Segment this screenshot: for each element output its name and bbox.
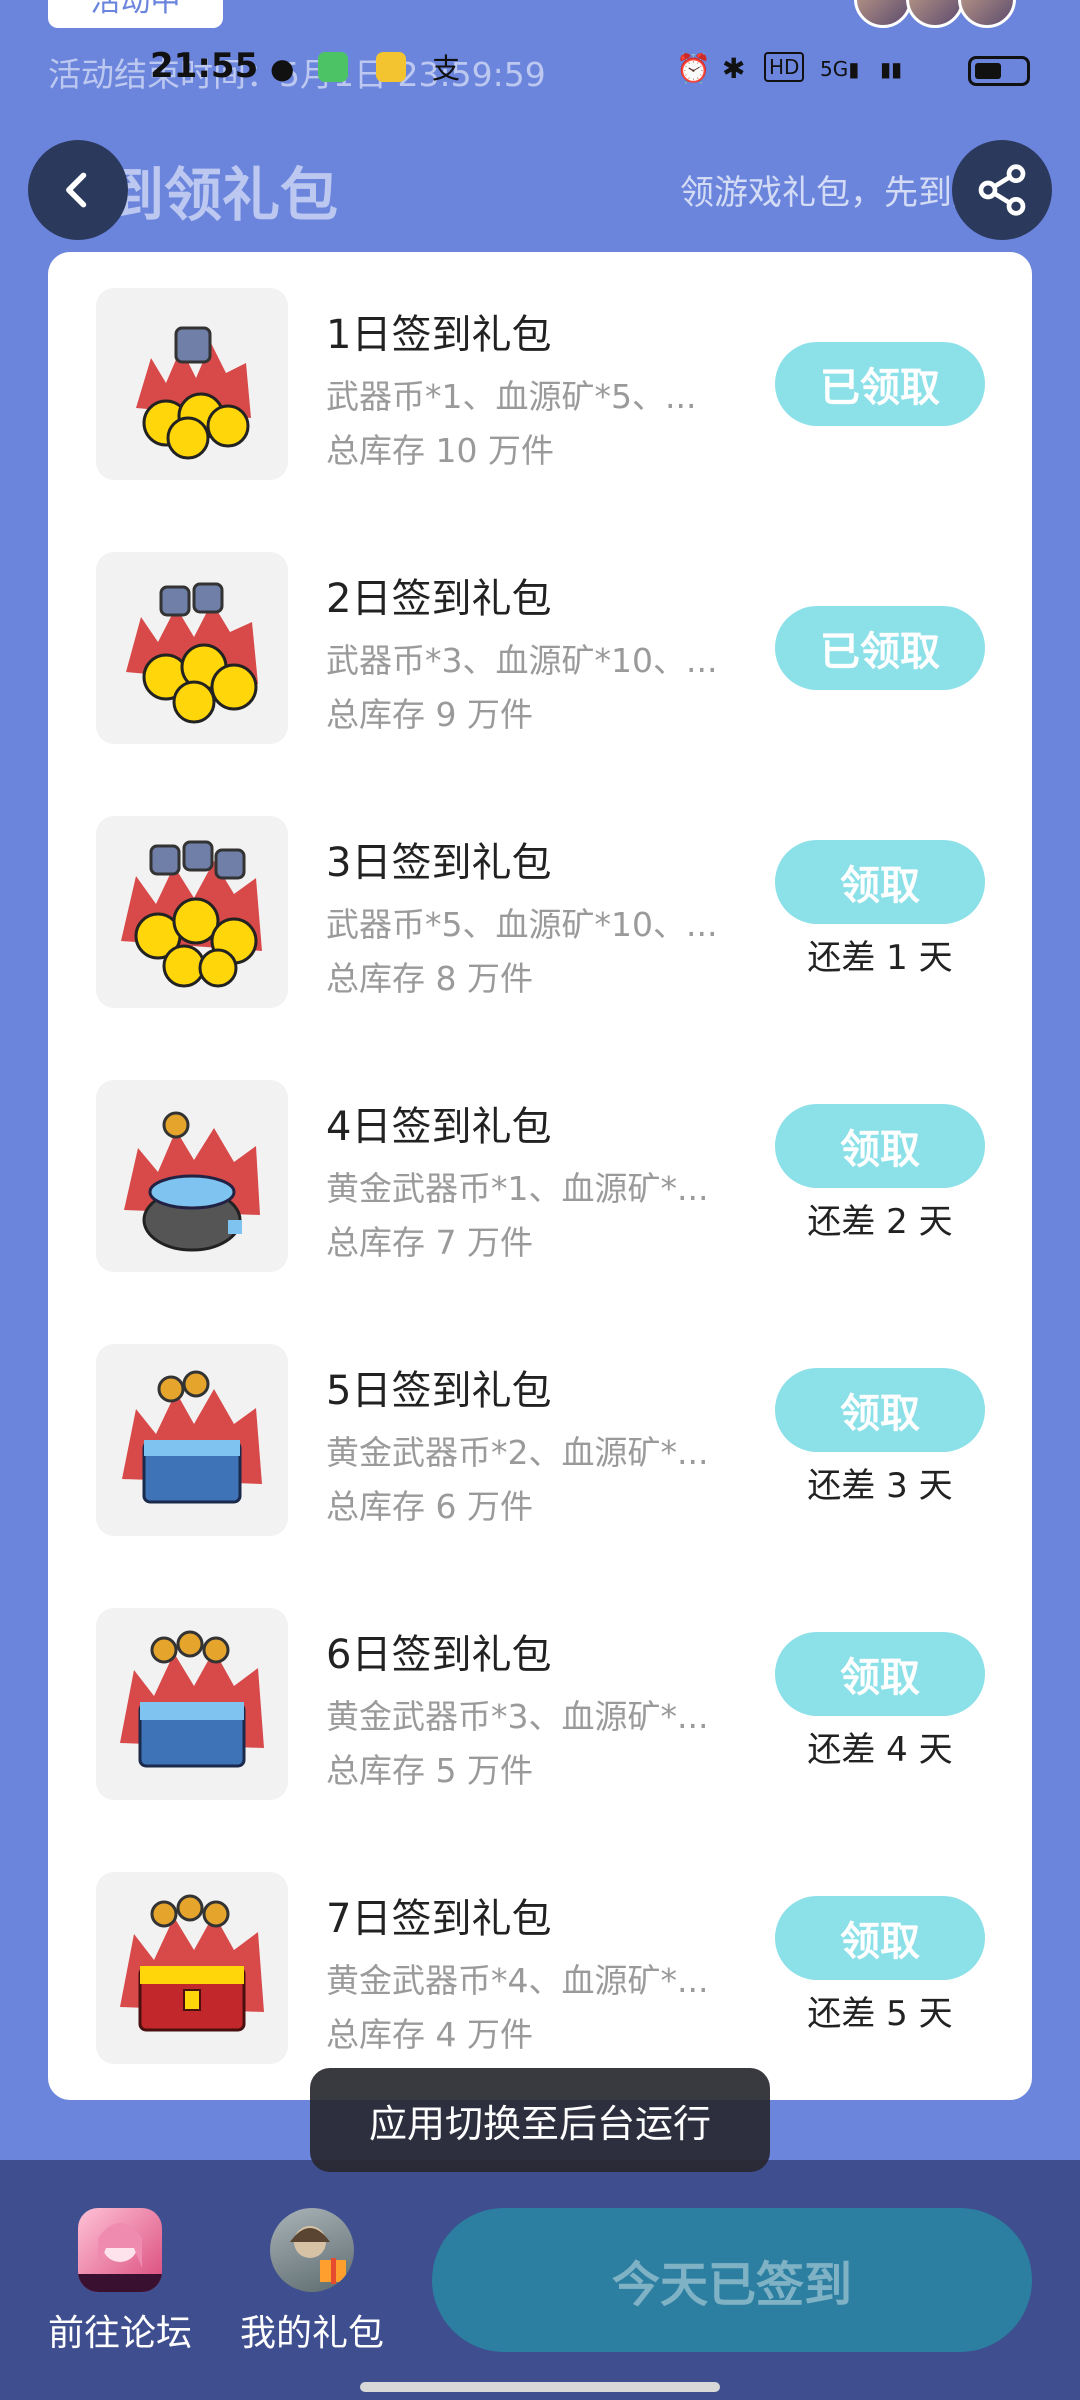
gift-item-day-3: 3日签到礼包 武器币*5、血源矿*10、... 总库存 8 万件 领取 还差 1…	[48, 780, 1032, 1044]
phone-icon	[318, 52, 348, 86]
alarm-icon: ⏰	[676, 52, 711, 85]
chest-gems-icon	[122, 1370, 262, 1504]
avatar	[958, 0, 1016, 28]
forum-app-icon	[78, 2208, 162, 2292]
gift-stock: 总库存 10 万件	[326, 431, 554, 470]
signal-icon: 5G▮	[820, 57, 860, 81]
activity-end-time: 活动结束时间：5月1日 23:59:59	[48, 55, 546, 94]
avatar	[906, 0, 964, 28]
days-remaining: 还差 3 天	[807, 1466, 953, 1506]
gift-description: 武器币*1、血源矿*5、...	[326, 377, 697, 416]
gift-item-day-4: 4日签到礼包 黄金武器币*1、血源矿*... 总库存 7 万件 领取 还差 2 …	[48, 1044, 1032, 1308]
claimed-button[interactable]: 已领取	[775, 342, 985, 426]
gift-item-day-7: 7日签到礼包 黄金武器币*4、血源矿*... 总库存 4 万件 领取 还差 5 …	[48, 1836, 1032, 2100]
toast-message: 应用切换至后台运行	[310, 2068, 770, 2172]
gift-stock: 总库存 8 万件	[326, 959, 533, 998]
claim-button[interactable]: 领取	[775, 1896, 985, 1980]
chest-gems-icon	[120, 1630, 264, 1768]
bottom-action-bar: 前往论坛 我的礼包 今天已签到	[0, 2160, 1080, 2400]
gift-description: 黄金武器币*2、血源矿*...	[326, 1433, 709, 1472]
gift-description: 武器币*3、血源矿*10、...	[326, 641, 718, 680]
days-remaining: 还差 5 天	[807, 1994, 953, 2034]
claim-button[interactable]: 领取	[775, 1104, 985, 1188]
gift-title: 1日签到礼包	[326, 312, 552, 358]
gift-thumbnail	[96, 288, 288, 480]
gift-title: 3日签到礼包	[326, 840, 552, 886]
gift-thumbnail	[96, 1344, 288, 1536]
days-remaining: 还差 1 天	[807, 938, 953, 978]
gifts-avatar-icon	[270, 2208, 354, 2292]
claim-button[interactable]: 领取	[775, 840, 985, 924]
gift-item-day-5: 5日签到礼包 黄金武器币*2、血源矿*... 总库存 6 万件 领取 还差 3 …	[48, 1308, 1032, 1572]
alipay-icon: 支	[432, 52, 461, 85]
status-bar: 活动结束时间：5月1日 23:59:59 21:55 ● 支 ⏰ ✱ HD 5G…	[0, 40, 1080, 100]
gift-item-day-6: 6日签到礼包 黄金武器币*3、血源矿*... 总库存 5 万件 领取 还差 4 …	[48, 1572, 1032, 1836]
gift-description: 黄金武器币*1、血源矿*...	[326, 1169, 709, 1208]
gift-item-day-1: 1日签到礼包 武器币*1、血源矿*5、... 总库存 10 万件 已领取	[48, 252, 1032, 516]
red-chest-icon	[120, 1894, 264, 2032]
notes-icon	[376, 52, 406, 86]
my-gifts-link[interactable]: 我的礼包	[232, 2208, 392, 2356]
days-remaining: 还差 4 天	[807, 1730, 953, 1770]
coin-pile-icon	[121, 840, 262, 988]
gift-stock: 总库存 7 万件	[326, 1223, 533, 1262]
gift-thumbnail	[96, 1080, 288, 1272]
network-label: 5G	[820, 57, 849, 81]
anime-avatar-icon	[78, 2223, 162, 2292]
forum-link[interactable]: 前往论坛	[40, 2208, 200, 2356]
status-time: 21:55	[150, 46, 259, 86]
back-button[interactable]	[28, 140, 128, 240]
signal-2-icon: ▮▮	[880, 57, 903, 81]
gift-box-icon	[290, 2226, 346, 2284]
claimed-button[interactable]: 已领取	[775, 606, 985, 690]
activity-status-tag: 活动中	[48, 0, 223, 28]
chevron-left-icon	[66, 172, 87, 208]
signed-in-today-button[interactable]: 今天已签到	[432, 2208, 1032, 2352]
cauldron-gems-icon	[124, 1111, 260, 1252]
gift-description: 武器币*5、血源矿*10、...	[326, 905, 718, 944]
gift-description: 黄金武器币*4、血源矿*...	[326, 1961, 709, 2000]
gift-list-card: 1日签到礼包 武器币*1、血源矿*5、... 总库存 10 万件 已领取 2日签…	[48, 252, 1032, 2100]
my-gifts-label: 我的礼包	[239, 2313, 384, 2354]
coin-pile-icon	[136, 326, 251, 460]
gift-thumbnail	[96, 816, 288, 1008]
gift-title: 4日签到礼包	[326, 1104, 552, 1150]
coin-pile-icon	[126, 582, 258, 724]
gift-thumbnail	[96, 1872, 288, 2064]
gift-description: 黄金武器币*3、血源矿*...	[326, 1697, 709, 1736]
gift-thumbnail	[96, 552, 288, 744]
home-indicator[interactable]	[360, 2382, 720, 2392]
forum-label: 前往论坛	[47, 2313, 192, 2354]
share-button[interactable]	[952, 140, 1052, 240]
gift-title: 6日签到礼包	[326, 1632, 552, 1678]
gift-stock: 总库存 5 万件	[326, 1751, 533, 1790]
avatar	[854, 0, 912, 28]
participant-avatars	[854, 0, 1034, 30]
gift-stock: 总库存 4 万件	[326, 2015, 533, 2054]
bluetooth-icon: ✱	[722, 52, 746, 85]
battery-icon	[968, 56, 1030, 86]
gift-title: 5日签到礼包	[326, 1368, 552, 1414]
claim-button[interactable]: 领取	[775, 1632, 985, 1716]
share-icon	[978, 164, 1026, 216]
claim-button[interactable]: 领取	[775, 1368, 985, 1452]
days-remaining: 还差 2 天	[807, 1202, 953, 1242]
wechat-icon: ●	[270, 52, 295, 85]
gift-thumbnail	[96, 1608, 288, 1800]
gift-item-day-2: 2日签到礼包 武器币*3、血源矿*10、... 总库存 9 万件 已领取	[48, 516, 1032, 780]
gift-title: 2日签到礼包	[326, 576, 552, 622]
gift-stock: 总库存 9 万件	[326, 695, 533, 734]
hd-icon: HD	[764, 52, 805, 82]
gift-stock: 总库存 6 万件	[326, 1487, 533, 1526]
gift-title: 7日签到礼包	[326, 1896, 552, 1942]
